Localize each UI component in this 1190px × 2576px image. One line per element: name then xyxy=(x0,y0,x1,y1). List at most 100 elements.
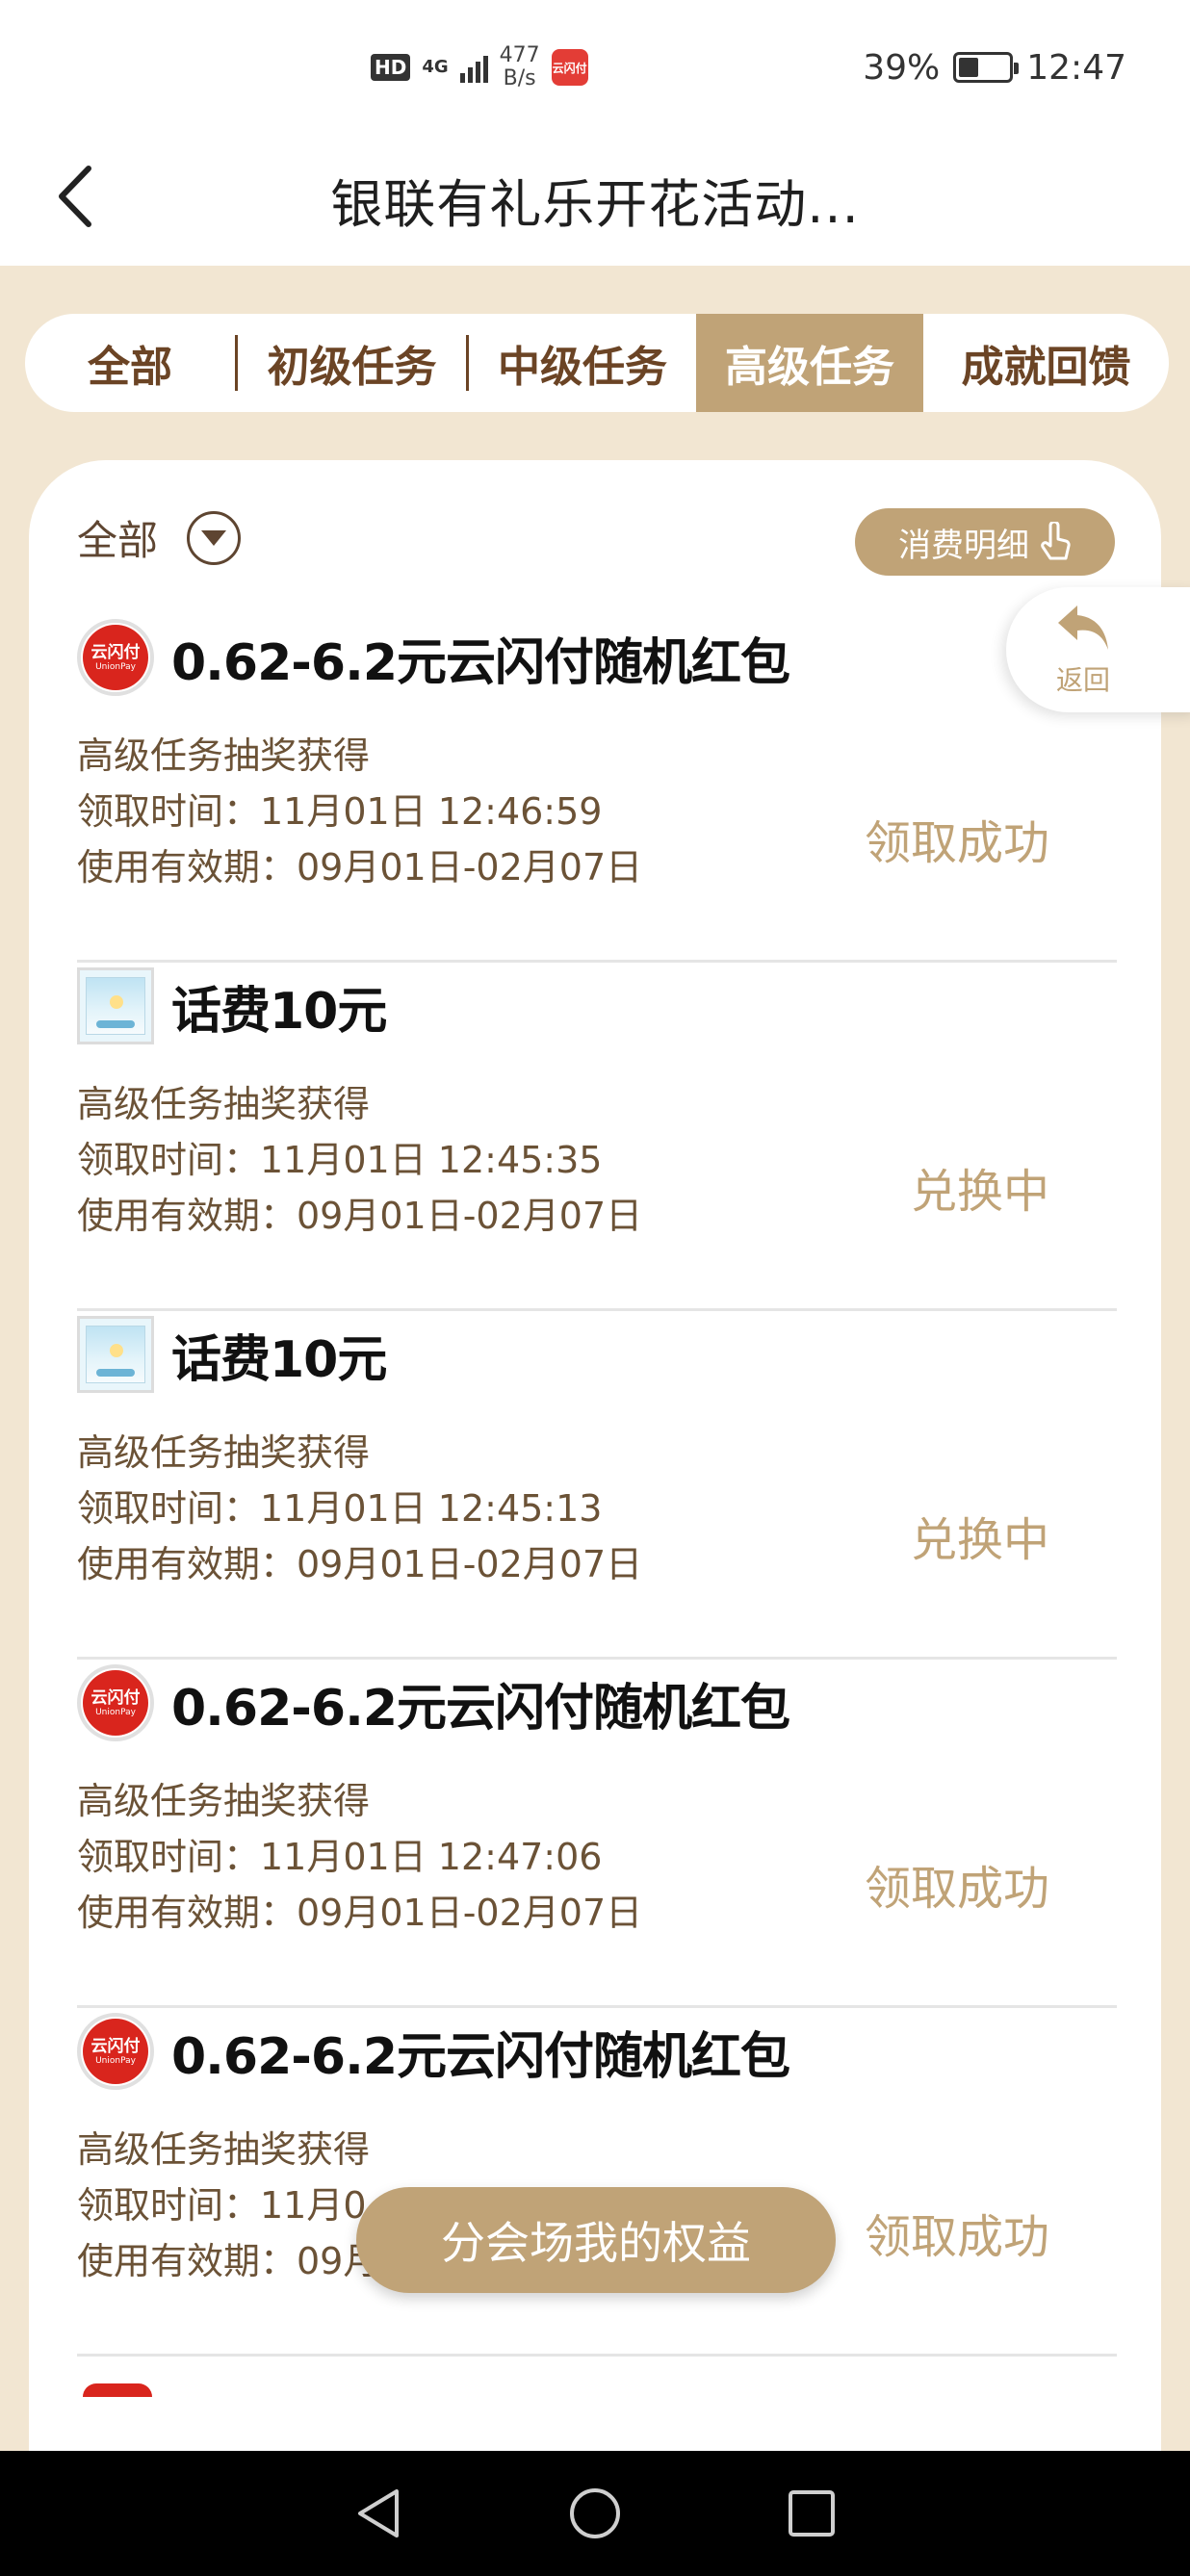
item-header: 云闪付 UnionPay 0.62-6.2元云闪付随机红包 xyxy=(77,1660,790,1746)
filter-dropdown[interactable]: 全部 xyxy=(77,508,242,567)
list-bottom xyxy=(29,2397,1161,2451)
list-item[interactable]: 云闪付 UnionPay 0.62-6.2元云闪付随机红包 高级任务抽奖获得 领… xyxy=(77,2008,1117,2357)
tab-advanced[interactable]: 高级任务 xyxy=(696,314,923,412)
item-receive-time: 领取时间：11月01日 12:46:59 xyxy=(77,790,603,833)
tap-hand-icon xyxy=(1041,522,1071,560)
battery-percent: 39% xyxy=(863,47,941,88)
tab-intermediate[interactable]: 中级任务 xyxy=(469,314,696,412)
item-title: 0.62-6.2元云闪付随机红包 xyxy=(171,1679,790,1738)
task-tabs: 全部 初级任务 中级任务 高级任务 成就回馈 xyxy=(25,314,1169,412)
network-speed-value: 477 xyxy=(499,43,540,67)
battery-icon xyxy=(953,52,1020,83)
list-item[interactable]: 话费10元 高级任务抽奖获得 领取时间：11月01日 12:45:35 使用有效… xyxy=(77,963,1117,1311)
network-speed-unit: B/s xyxy=(503,66,536,90)
item-status: 领取成功 xyxy=(864,1862,1049,1916)
nav-back-button[interactable] xyxy=(345,2480,412,2547)
item-source: 高级任务抽奖获得 xyxy=(77,1083,371,1125)
reward-list: 云闪付 UnionPay 0.62-6.2元云闪付随机红包 高级任务抽奖获得 领… xyxy=(77,614,1117,2357)
item-header: 云闪付 UnionPay 0.62-6.2元云闪付随机红包 xyxy=(77,2008,790,2095)
item-header: 话费10元 xyxy=(77,963,387,1049)
status-bar: HD 4G 477 B/s 云闪付 39% 12:47 xyxy=(0,0,1190,135)
item-validity: 使用有效期：09月 xyxy=(77,2240,380,2282)
item-status: 兑换中 xyxy=(910,1165,1049,1219)
filter-label: 全部 xyxy=(77,517,159,564)
battery-fill xyxy=(959,58,978,77)
tab-achievement[interactable]: 成就回馈 xyxy=(923,314,1169,412)
nav-home-button[interactable] xyxy=(561,2480,629,2547)
item-validity: 使用有效期：09月01日-02月07日 xyxy=(77,1543,643,1585)
item-details: 高级任务抽奖获得 领取时间：11月01日 12:45:13 使用有效期：09月0… xyxy=(77,1425,642,1592)
return-label: 返回 xyxy=(1055,664,1110,696)
item-details: 高级任务抽奖获得 领取时间：11月01日 12:47:06 使用有效期：09月0… xyxy=(77,1773,642,1941)
item-validity: 使用有效期：09月01日-02月07日 xyxy=(77,1195,643,1237)
list-item[interactable]: 云闪付 UnionPay 0.62-6.2元云闪付随机红包 高级任务抽奖获得 领… xyxy=(77,614,1117,963)
item-source: 高级任务抽奖获得 xyxy=(77,1780,371,1822)
item-details: 高级任务抽奖获得 领取时间：11月01日 12:46:59 使用有效期：09月0… xyxy=(77,728,642,895)
network-type: 4G xyxy=(422,57,449,77)
item-receive-time: 领取时间：11月01日 12:45:35 xyxy=(77,1139,603,1181)
logo-text: 云闪付 xyxy=(91,643,141,662)
nav-recents-button[interactable] xyxy=(778,2480,845,2547)
item-source: 高级任务抽奖获得 xyxy=(77,734,371,777)
tab-label: 全部 xyxy=(88,343,172,392)
logo-text: 云闪付 xyxy=(91,1688,141,1708)
item-header: 话费10元 xyxy=(77,1311,387,1398)
caret-down-icon xyxy=(187,510,242,565)
status-indicators: HD 4G 477 B/s 云闪付 xyxy=(371,39,588,96)
spending-detail-button[interactable]: 消费明细 xyxy=(855,508,1115,576)
square-recents-icon xyxy=(789,2490,836,2537)
tab-label: 中级任务 xyxy=(498,343,667,392)
undo-arrow-icon xyxy=(1058,605,1108,650)
triangle-back-icon xyxy=(357,2489,399,2537)
item-status: 兑换中 xyxy=(910,1513,1049,1567)
tab-beginner[interactable]: 初级任务 xyxy=(238,314,466,412)
network-speed: 477 B/s xyxy=(500,44,540,90)
tab-label: 初级任务 xyxy=(267,343,437,392)
item-title: 话费10元 xyxy=(171,982,387,1041)
tab-label: 高级任务 xyxy=(725,343,894,392)
logo-subtext: UnionPay xyxy=(95,1708,136,1717)
tab-label: 成就回馈 xyxy=(961,343,1131,392)
item-status: 领取成功 xyxy=(864,816,1049,870)
unionpay-logo-mark: 云闪付 UnionPay xyxy=(83,625,148,690)
unionpay-logo: 云闪付 UnionPay xyxy=(77,1664,154,1741)
signal-icon xyxy=(459,52,488,83)
app-notification-icon: 云闪付 xyxy=(551,49,588,86)
circle-home-icon xyxy=(569,2488,620,2538)
logo-text: 云闪付 xyxy=(91,2037,141,2056)
app-screen: HD 4G 477 B/s 云闪付 39% 12:47 银联有礼乐开花活动...… xyxy=(0,0,1190,2576)
item-title: 话费10元 xyxy=(171,1330,387,1389)
item-status: 领取成功 xyxy=(864,2210,1049,2264)
my-benefits-button[interactable]: 分会场我的权益 xyxy=(356,2187,836,2293)
unionpay-logo-partial xyxy=(83,2383,152,2397)
hd-badge: HD xyxy=(371,54,411,81)
item-title: 0.62-6.2元云闪付随机红包 xyxy=(171,2027,790,2086)
item-receive-time: 领取时间：11月01日 12:47:06 xyxy=(77,1836,603,1878)
item-title: 0.62-6.2元云闪付随机红包 xyxy=(171,633,790,692)
item-header: 云闪付 UnionPay 0.62-6.2元云闪付随机红包 xyxy=(77,614,790,701)
unionpay-logo: 云闪付 UnionPay xyxy=(77,619,154,696)
item-source: 高级任务抽奖获得 xyxy=(77,1431,371,1474)
page-title: 银联有礼乐开花活动... xyxy=(330,174,860,235)
list-item[interactable]: 云闪付 UnionPay 0.62-6.2元云闪付随机红包 高级任务抽奖获得 领… xyxy=(77,1660,1117,2008)
system-nav-bar xyxy=(0,2451,1190,2576)
logo-subtext: UnionPay xyxy=(95,662,136,672)
list-item[interactable]: 话费10元 高级任务抽奖获得 领取时间：11月01日 12:45:13 使用有效… xyxy=(77,1311,1117,1660)
item-details: 高级任务抽奖获得 领取时间：11月01日 12:45:35 使用有效期：09月0… xyxy=(77,1076,642,1244)
item-receive-time: 领取时间：11月01日 12:45:13 xyxy=(77,1487,603,1530)
logo-subtext: UnionPay xyxy=(95,2056,136,2066)
status-right: 39% 12:47 xyxy=(863,39,1126,96)
return-button[interactable]: 返回 xyxy=(1006,587,1190,712)
phone-credit-voucher-icon xyxy=(77,1316,154,1393)
unionpay-logo: 云闪付 UnionPay xyxy=(77,2013,154,2090)
phone-credit-voucher-icon xyxy=(77,967,154,1044)
title-bar: 银联有礼乐开花活动... xyxy=(0,135,1190,266)
item-validity: 使用有效期：09月01日-02月07日 xyxy=(77,846,643,889)
spending-detail-label: 消费明细 xyxy=(898,526,1029,565)
unionpay-logo-mark: 云闪付 UnionPay xyxy=(83,2019,148,2084)
tab-all[interactable]: 全部 xyxy=(25,314,235,412)
item-details: 高级任务抽奖获得 领取时间：11月0 使用有效期：09月 xyxy=(77,2122,379,2289)
item-receive-time: 领取时间：11月0 xyxy=(77,2184,367,2227)
unionpay-logo-mark: 云闪付 UnionPay xyxy=(83,1670,148,1736)
clock: 12:47 xyxy=(1026,47,1126,88)
